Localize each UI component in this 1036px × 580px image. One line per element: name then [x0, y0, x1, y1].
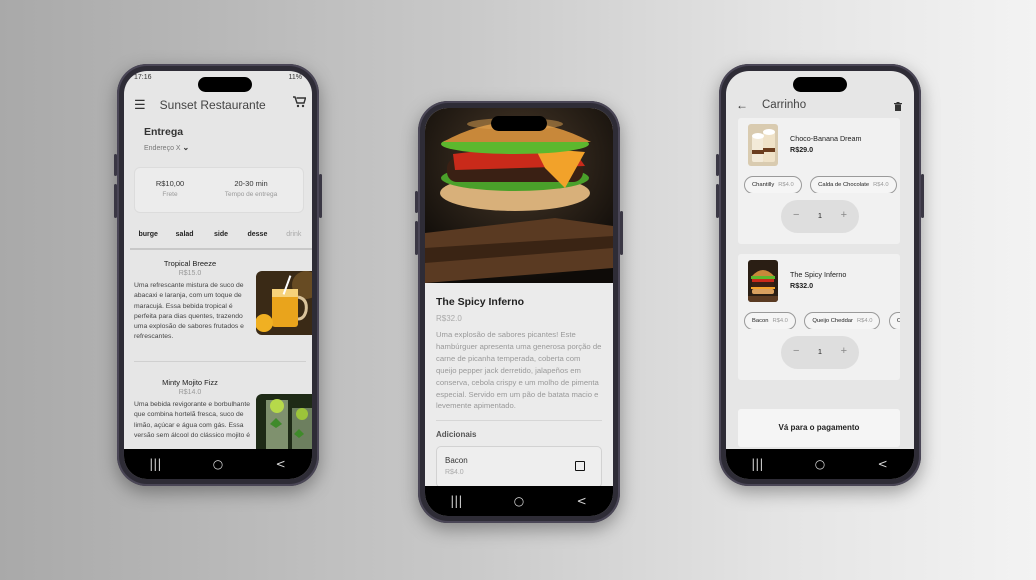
chip-label: Chantilly [752, 182, 775, 188]
home-button[interactable]: ○ [499, 494, 539, 508]
hamburger-menu-icon[interactable]: ☰ [134, 97, 146, 113]
item-title: The Spicy Inferno [436, 296, 525, 308]
tab-salad[interactable]: salad [166, 226, 202, 248]
item-price: R$14.0 [178, 389, 202, 396]
addon-chip[interactable]: Ce [888, 312, 900, 329]
tab-dessert[interactable]: desse [239, 226, 275, 248]
app-bar: ← Carrinho [726, 93, 914, 117]
go-to-payment-button[interactable]: Vá para o pagamento [738, 409, 900, 447]
tropical-drink-image [256, 271, 312, 335]
trash-icon[interactable] [894, 98, 902, 111]
item-description: Uma explosão de sabores picantes! Este h… [436, 330, 602, 411]
back-arrow-icon[interactable]: ← [736, 98, 748, 112]
tab-burger[interactable]: burge [130, 226, 166, 248]
system-nav-bar: ||| ○ < [726, 449, 914, 479]
addon-chip[interactable]: Calda de Chocolate R$4.0 [810, 176, 897, 193]
addon-chips: Chantilly R$4.0 Calda de Chocolate R$4.0 [744, 173, 900, 193]
recent-apps-button[interactable]: ||| [135, 457, 175, 471]
menu-item-tropical-breeze[interactable]: Tropical Breeze R$15.0 Uma refrescante m… [134, 259, 312, 343]
delivery-info-card: R$10,00 Frete 20-30 min Tempo de entrega [134, 167, 304, 213]
back-button[interactable]: < [261, 457, 301, 471]
addon-row-bacon[interactable]: Bacon R$4.0 [436, 446, 602, 489]
quantity-value: 1 [817, 347, 823, 356]
item-price: R$32.0 [436, 314, 462, 323]
tab-side[interactable]: side [203, 226, 239, 248]
delivery-time-label: Tempo de entrega [224, 191, 278, 198]
item-detail-screen: The Spicy Inferno R$32.0 Uma explosão de… [425, 108, 613, 516]
back-button[interactable]: < [562, 494, 602, 508]
item-name: Minty Mojito Fizz [162, 378, 218, 387]
delivery-fee-label: Frete [162, 191, 178, 198]
chip-price: R$4.0 [856, 318, 873, 324]
cart-item-name: The Spicy Inferno [790, 270, 847, 279]
addon-checkbox[interactable] [575, 461, 585, 472]
section-divider [436, 420, 602, 422]
chip-price: R$4.0 [772, 318, 788, 324]
plus-icon[interactable]: + [841, 345, 847, 357]
phone-menu-screen: 17:16 11% ☰ Sunset Restaurante Entrega E… [114, 64, 322, 486]
status-time: 17:16 [134, 74, 152, 81]
home-button[interactable]: ○ [198, 457, 238, 471]
system-nav-bar: ||| ○ < [425, 486, 613, 516]
battery-level: 11% [288, 74, 303, 81]
addon-price: R$4.0 [445, 469, 464, 477]
chip-label: Bacon [752, 318, 769, 324]
addon-chip[interactable]: Chantilly R$4.0 [744, 176, 802, 193]
tab-drink[interactable]: drink [276, 226, 312, 248]
chip-price: R$4.0 [778, 182, 794, 188]
cart-item-price: R$29.0 [790, 145, 814, 154]
item-detail-content: The Spicy Inferno R$32.0 Uma explosão de… [436, 296, 602, 489]
addon-name: Bacon [445, 456, 468, 466]
item-name: Tropical Breeze [163, 259, 217, 268]
plus-icon[interactable]: + [841, 209, 847, 221]
app-bar: ☰ Sunset Restaurante [124, 93, 312, 117]
addons-title: Adicionais [436, 430, 477, 440]
chip-price: R$4.0 [873, 182, 889, 188]
cart-icon[interactable] [293, 96, 307, 111]
system-nav-bar: ||| ○ < [124, 449, 312, 479]
quantity-stepper: − 1 + [781, 336, 859, 369]
address-selector[interactable]: Endereço X ⌄ [144, 143, 189, 152]
burger-thumbnail [748, 260, 778, 302]
address-text: Endereço X [144, 145, 181, 152]
addon-chip[interactable]: Queijo Cheddar R$4.0 [804, 312, 881, 329]
dynamic-island [491, 116, 547, 131]
dessert-thumbnail [748, 124, 778, 166]
delivery-time-value: 20-30 min [234, 179, 268, 188]
chip-label: Queijo Cheddar [812, 318, 853, 324]
menu-screen: 17:16 11% ☰ Sunset Restaurante Entrega E… [124, 71, 312, 479]
cart-screen: ← Carrinho Choco-Banana Dream R$29.0 Cha… [726, 71, 914, 479]
cart-item-name: Choco-Banana Dream [790, 134, 862, 143]
cart-item-spicy-inferno: The Spicy Inferno R$32.0 Bacon R$4.0 Quei… [738, 254, 900, 380]
chevron-down-icon: ⌄ [182, 143, 190, 152]
delivery-title: Entrega [144, 126, 184, 138]
phone-item-detail-screen: The Spicy Inferno R$32.0 Uma explosão de… [415, 101, 623, 523]
addon-chip[interactable]: Bacon R$4.0 [744, 312, 796, 329]
category-tabs: burge salad side desse drink [130, 226, 312, 250]
chip-label: Calda de Chocolate [818, 182, 870, 188]
menu-item-minty-mojito[interactable]: Minty Mojito Fizz R$14.0 Uma bebida revi… [134, 378, 312, 458]
cart-title: Carrinho [762, 99, 807, 111]
home-button[interactable]: ○ [800, 457, 840, 471]
burger-hero-image [425, 108, 613, 283]
quantity-stepper: − 1 + [781, 200, 859, 233]
chip-label: Ce [896, 318, 900, 324]
delivery-fee-value: R$10,00 [155, 179, 185, 188]
dynamic-island [793, 77, 847, 92]
item-divider [134, 361, 306, 362]
phone-cart-screen: ← Carrinho Choco-Banana Dream R$29.0 Cha… [716, 64, 924, 486]
cart-item-choco-banana: Choco-Banana Dream R$29.0 Chantilly R$4.0… [738, 118, 900, 244]
item-description: Uma refrescante mistura de suco de abaca… [134, 282, 244, 341]
restaurant-title: Sunset Restaurante [159, 98, 266, 112]
addon-chips: BaconR$4.0 Queijo CheddarR$4.0 Ce [744, 309, 900, 329]
cart-item-price: R$32.0 [790, 281, 814, 290]
back-button[interactable]: < [863, 457, 903, 471]
item-price: R$15.0 [178, 270, 202, 277]
recent-apps-button[interactable]: ||| [737, 457, 777, 471]
dynamic-island [198, 77, 252, 92]
recent-apps-button[interactable]: ||| [436, 494, 476, 508]
quantity-value: 1 [817, 211, 823, 220]
item-description: Uma bebida revigorante e borbulhante que… [134, 401, 250, 439]
